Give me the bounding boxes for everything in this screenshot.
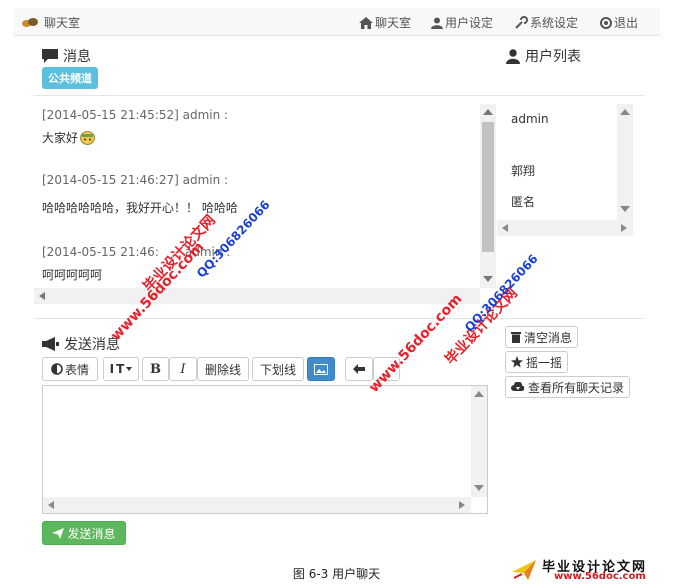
nav-item-system-settings[interactable]: 系统设定 bbox=[515, 14, 578, 31]
message-text: 呵呵呵呵呵 bbox=[42, 268, 103, 282]
user-list-item[interactable]: admin bbox=[511, 112, 549, 126]
home-icon bbox=[359, 16, 373, 29]
brand-label: 聊天室 bbox=[44, 16, 81, 30]
nav-item-label: 退出 bbox=[614, 16, 639, 30]
contrast-icon bbox=[51, 363, 63, 375]
editor-vscrollbar[interactable] bbox=[471, 386, 487, 497]
channel-badge[interactable]: 公共频道 bbox=[42, 67, 98, 89]
scroll-up-icon[interactable] bbox=[474, 390, 484, 397]
send-message-button[interactable]: 发送消息 bbox=[42, 521, 126, 545]
strikethrough-button[interactable]: 删除线 bbox=[197, 357, 249, 381]
nav-item-logout[interactable]: 退出 bbox=[600, 14, 638, 31]
nav-item-label: 聊天室 bbox=[375, 16, 412, 30]
chat-logo-icon bbox=[22, 17, 38, 28]
scroll-up-icon[interactable] bbox=[483, 108, 493, 115]
bullhorn-icon bbox=[42, 337, 59, 351]
scroll-thumb[interactable] bbox=[482, 122, 494, 252]
caret-down-icon bbox=[126, 367, 133, 371]
nav-item-label: 系统设定 bbox=[530, 16, 579, 30]
cloud-download-icon bbox=[511, 381, 525, 391]
scroll-right-icon[interactable] bbox=[459, 501, 465, 509]
scroll-up-icon[interactable] bbox=[620, 108, 630, 115]
scroll-down-icon[interactable] bbox=[620, 206, 630, 213]
scroll-left-icon[interactable] bbox=[502, 224, 508, 232]
user-list-item[interactable]: 匿名 bbox=[511, 193, 535, 210]
scroll-right-icon[interactable] bbox=[621, 224, 627, 232]
italic-button[interactable]: I bbox=[169, 357, 197, 381]
wrench-icon bbox=[515, 16, 528, 29]
paper-plane-logo-icon bbox=[512, 560, 536, 580]
scroll-down-icon[interactable] bbox=[483, 276, 493, 283]
user-list-hscrollbar[interactable] bbox=[497, 220, 633, 236]
bold-button[interactable]: B bbox=[142, 357, 169, 381]
scroll-left-icon[interactable] bbox=[48, 501, 54, 509]
users-panel-title: 用户列表 bbox=[506, 46, 581, 66]
insert-image-button[interactable] bbox=[307, 357, 335, 381]
underline-button[interactable]: 下划线 bbox=[252, 357, 304, 381]
message-header: [2014-05-15 21:45:52] admin : bbox=[42, 108, 229, 122]
clear-messages-button[interactable]: 清空消息 bbox=[505, 326, 579, 348]
nav-item-chatroom[interactable]: 聊天室 bbox=[359, 14, 411, 31]
message-list-vscrollbar[interactable] bbox=[480, 104, 496, 288]
nav-item-user-settings[interactable]: 用户设定 bbox=[431, 14, 493, 31]
send-icon bbox=[52, 527, 65, 539]
divider bbox=[34, 95, 644, 96]
view-history-button[interactable]: 查看所有聊天记录 bbox=[505, 376, 631, 398]
user-list-vscrollbar[interactable] bbox=[617, 104, 633, 220]
footer-logo-url: www.56doc.com bbox=[554, 571, 646, 582]
footer-logo: 毕业设计论文网 www.56doc.com bbox=[512, 556, 668, 584]
emoji-button[interactable]: 表情 bbox=[42, 357, 98, 381]
message-text: 大家好 bbox=[42, 129, 95, 146]
power-icon bbox=[600, 16, 612, 29]
message-editor[interactable] bbox=[42, 385, 488, 514]
user-icon bbox=[431, 17, 443, 29]
font-size-button[interactable]: IT bbox=[103, 357, 139, 381]
trash-icon bbox=[511, 332, 521, 343]
user-list[interactable]: admin 郭翔 匿名 bbox=[497, 104, 633, 236]
scroll-left-icon[interactable] bbox=[39, 292, 45, 300]
user-list-item[interactable]: 郭翔 bbox=[511, 162, 535, 179]
nav-item-label: 用户设定 bbox=[445, 16, 494, 30]
shake-button[interactable]: 摇一摇 bbox=[505, 351, 569, 373]
messages-title-label: 消息 bbox=[63, 49, 91, 65]
message-list-hscrollbar[interactable] bbox=[34, 288, 480, 304]
send-panel-title: 发送消息 bbox=[42, 334, 120, 354]
scroll-down-icon[interactable] bbox=[474, 485, 484, 492]
top-navbar: 聊天室 聊天室 用户设定 系统设定 退出 bbox=[14, 8, 660, 36]
arrow-left-icon bbox=[353, 364, 365, 374]
message-header: [2014-05-15 21:46:27] admin : bbox=[42, 173, 229, 187]
comment-icon bbox=[42, 49, 58, 63]
star-icon bbox=[511, 356, 523, 368]
users-title-label: 用户列表 bbox=[525, 49, 581, 65]
editor-hscrollbar[interactable] bbox=[43, 497, 471, 513]
undo-button[interactable] bbox=[345, 357, 373, 381]
picture-icon bbox=[314, 363, 328, 375]
emoji-icon bbox=[80, 130, 95, 145]
messages-panel-title: 消息 bbox=[42, 46, 91, 66]
user-icon bbox=[506, 48, 520, 64]
brand[interactable]: 聊天室 bbox=[22, 14, 80, 31]
